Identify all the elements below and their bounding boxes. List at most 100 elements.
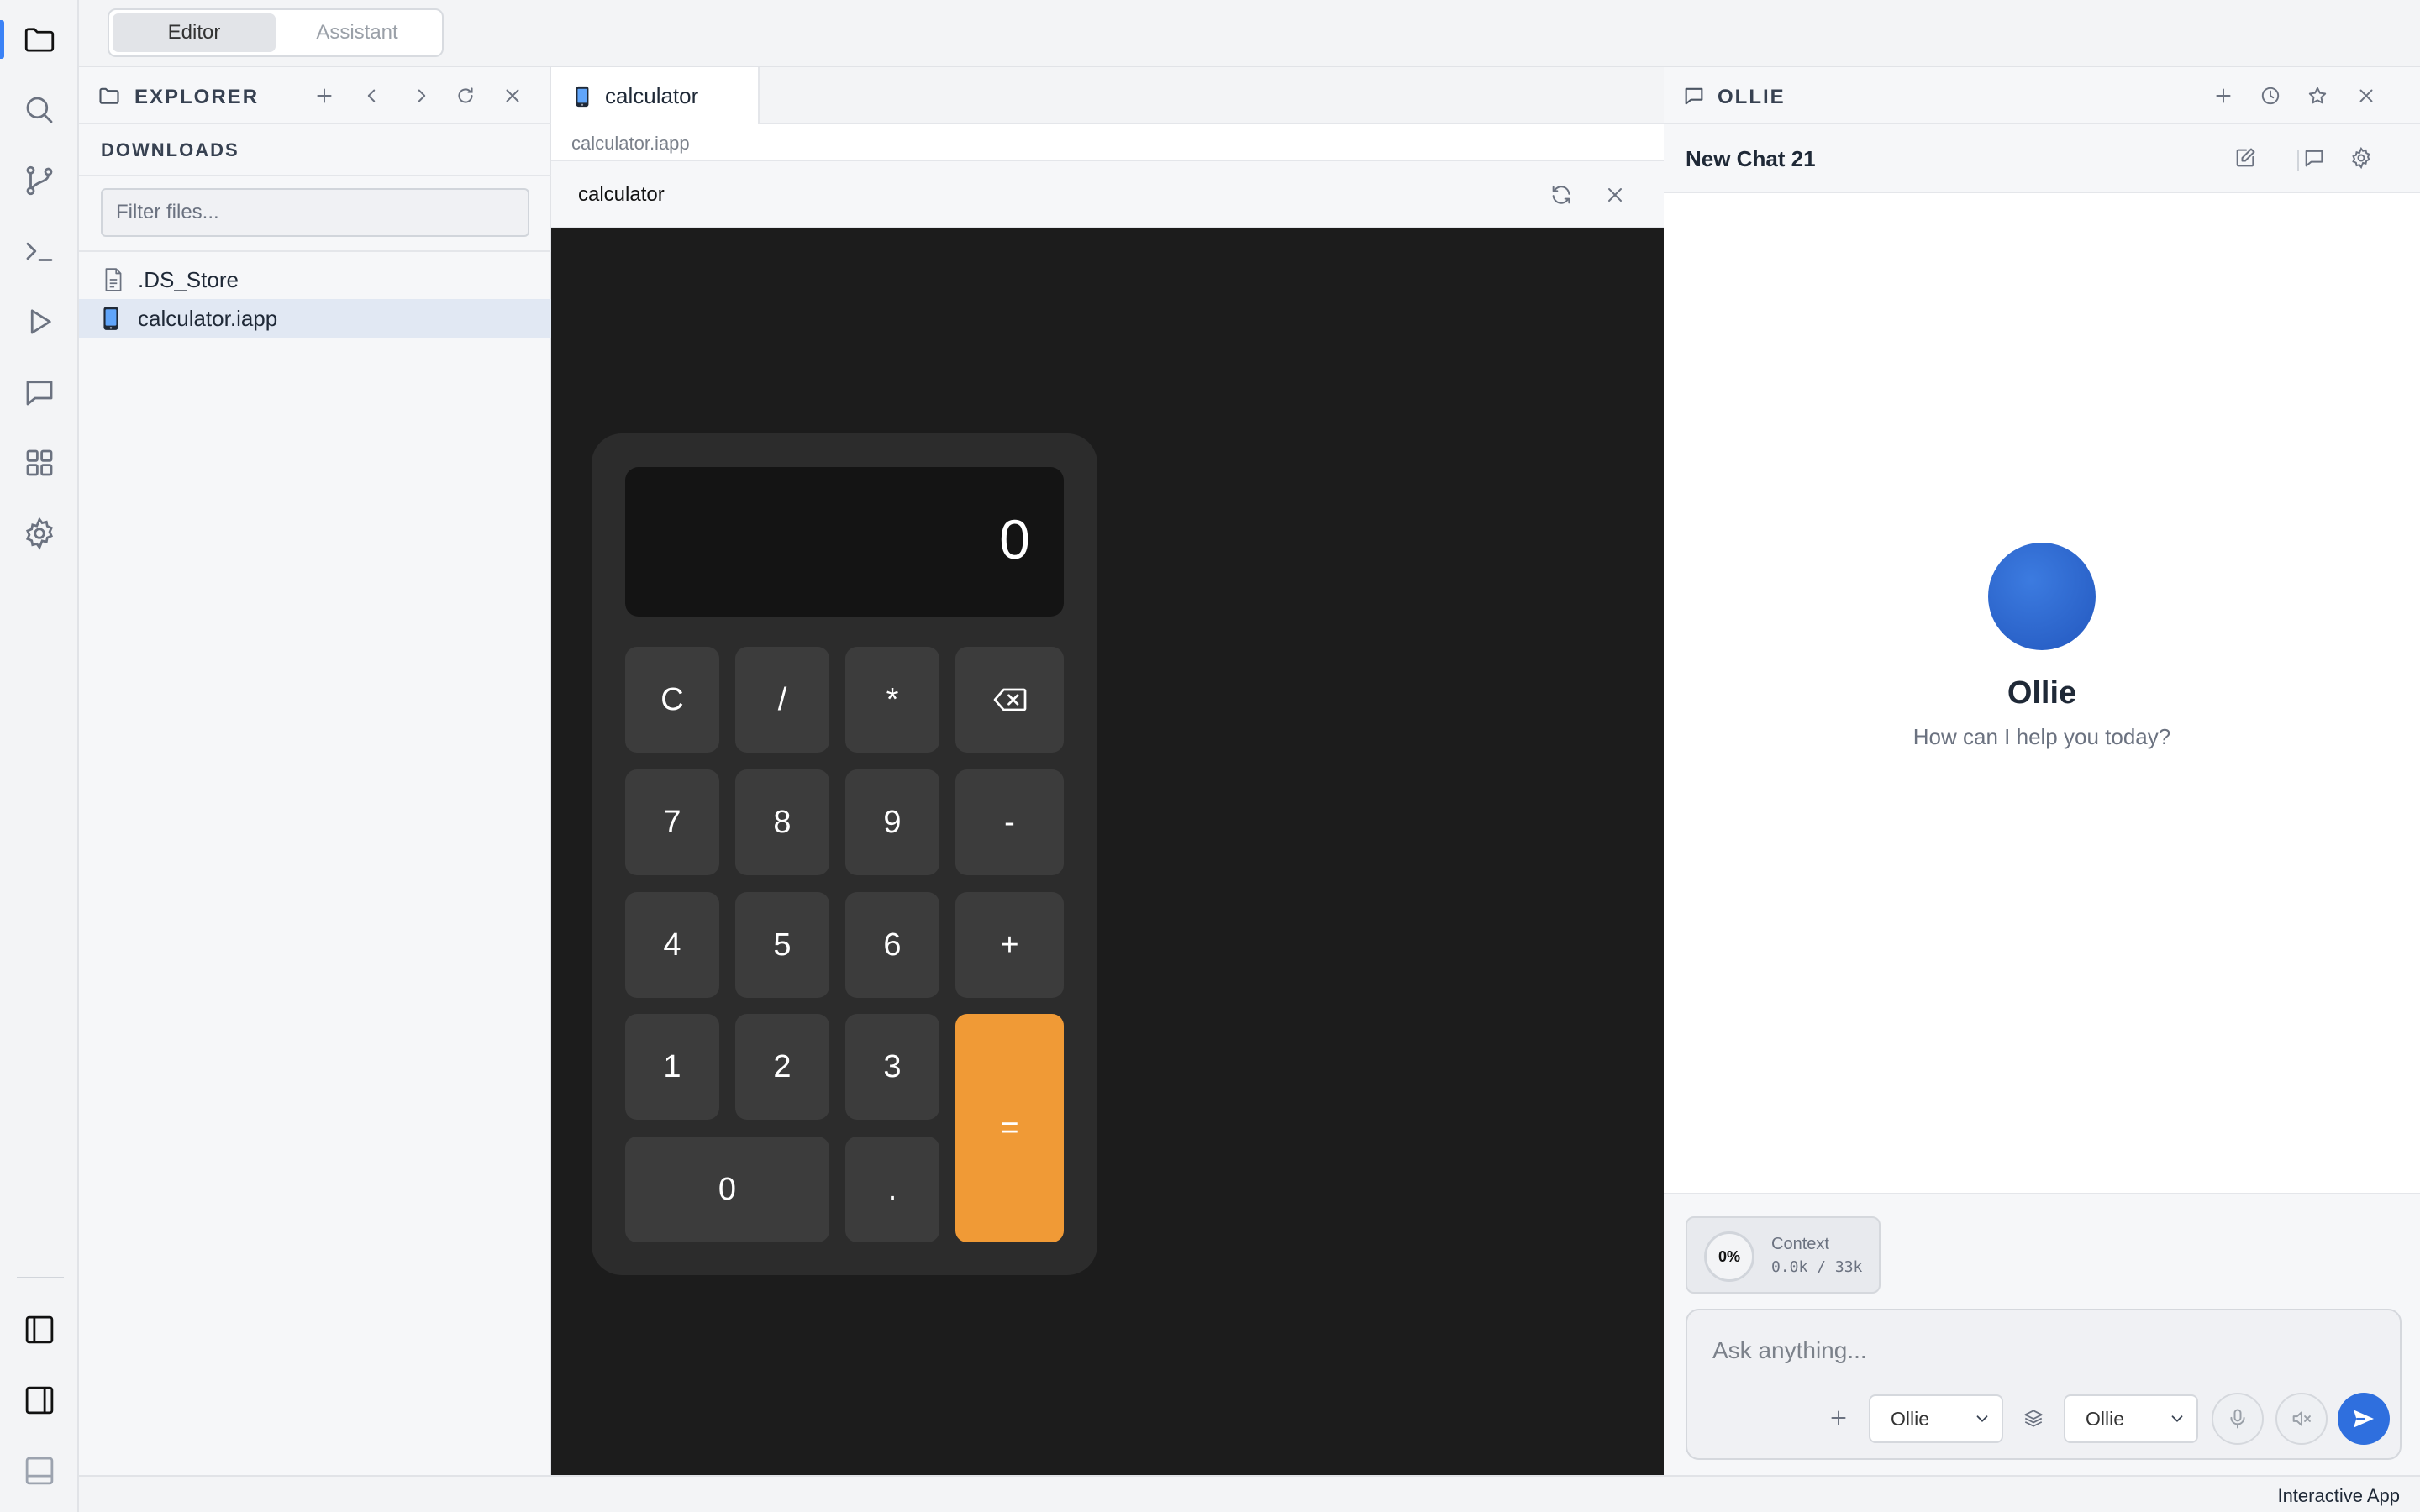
mode-toggle: Editor Assistant <box>108 8 444 57</box>
new-chat-button[interactable] <box>2208 81 2238 111</box>
star-icon <box>2308 87 2327 104</box>
mute-button[interactable] <box>2275 1393 2328 1445</box>
context-percent: 0% <box>1704 1231 1754 1282</box>
history-button[interactable] <box>2255 81 2286 111</box>
forward-button[interactable] <box>407 81 437 111</box>
editor-mode-button[interactable]: Editor <box>113 13 276 52</box>
refresh-button[interactable] <box>450 81 481 111</box>
explorer-header: EXPLORER <box>79 67 551 124</box>
file-row[interactable]: calculator.iapp <box>79 299 551 338</box>
chevron-left-icon <box>367 89 376 102</box>
send-icon <box>2354 1410 2374 1428</box>
search-icon[interactable] <box>17 87 62 133</box>
nine-key[interactable]: 9 <box>845 769 939 875</box>
file-icon <box>103 267 124 292</box>
chat-icon[interactable] <box>17 370 62 415</box>
breadcrumb[interactable]: calculator.iapp <box>571 133 690 155</box>
chat-header: New Chat 21 <box>1664 124 2420 193</box>
assistant-mode-button[interactable]: Assistant <box>276 13 439 52</box>
chat-settings-button[interactable] <box>2346 143 2376 173</box>
display-value: 0 <box>999 508 1030 570</box>
activity-separator <box>17 1277 64 1278</box>
minus-key[interactable]: - <box>955 769 1064 875</box>
six-key[interactable]: 6 <box>845 892 939 998</box>
phone-icon <box>575 86 590 108</box>
toggle-right-panel-icon[interactable] <box>17 1378 62 1423</box>
agent-select-value: Ollie <box>1891 1407 1930 1430</box>
chevron-down-icon <box>1976 1415 1988 1422</box>
model-select[interactable]: Ollie <box>2064 1394 2198 1443</box>
send-button[interactable] <box>2338 1393 2390 1445</box>
gear-icon <box>2352 146 2370 170</box>
settings-icon[interactable] <box>17 511 62 556</box>
refresh-icon <box>458 87 473 103</box>
equals-key[interactable]: = <box>955 1014 1064 1242</box>
multiply-key[interactable]: * <box>845 647 939 753</box>
eight-key[interactable]: 8 <box>735 769 829 875</box>
chat-title[interactable]: New Chat 21 <box>1686 146 1816 172</box>
composer-area: 0% Context 0.0k / 33k Ollie Ollie <box>1664 1193 2420 1475</box>
three-key[interactable]: 3 <box>845 1014 939 1120</box>
run-icon[interactable] <box>17 299 62 344</box>
back-button[interactable] <box>356 81 387 111</box>
file-name: .DS_Store <box>138 266 239 292</box>
terminal-icon[interactable] <box>17 228 62 274</box>
plus-icon <box>317 88 332 103</box>
app-header: calculator <box>551 161 1664 228</box>
zero-key[interactable]: 0 <box>625 1137 829 1242</box>
active-indicator <box>0 20 4 59</box>
speaker-mute-icon <box>2292 1411 2311 1426</box>
four-key[interactable]: 4 <box>625 892 719 998</box>
context-label: Context <box>1771 1235 1829 1253</box>
breadcrumb-bar: calculator.iapp <box>551 124 1664 161</box>
close-assistant-button[interactable] <box>2351 81 2381 111</box>
two-key[interactable]: 2 <box>735 1014 829 1120</box>
new-file-button[interactable] <box>309 81 339 111</box>
microphone-button[interactable] <box>2212 1393 2264 1445</box>
favorite-button[interactable] <box>2302 81 2333 111</box>
rename-chat-button[interactable] <box>2230 143 2260 173</box>
microphone-icon <box>2230 1409 2245 1429</box>
close-app-button[interactable] <box>1600 180 1630 210</box>
folder-icon <box>97 84 121 108</box>
close-explorer-button[interactable] <box>497 81 528 111</box>
file-row[interactable]: .DS_Store <box>79 260 551 299</box>
divide-key[interactable]: / <box>735 647 829 753</box>
agent-name: Ollie <box>2007 675 2077 711</box>
toggle-left-panel-icon[interactable] <box>17 1307 62 1352</box>
source-control-icon[interactable] <box>17 158 62 203</box>
divider <box>79 250 551 252</box>
five-key[interactable]: 5 <box>735 892 829 998</box>
one-key[interactable]: 1 <box>625 1014 719 1120</box>
plus-key[interactable]: + <box>955 892 1064 998</box>
clear-key[interactable]: C <box>625 647 719 753</box>
phone-icon <box>103 306 124 331</box>
model-select-value: Ollie <box>2086 1407 2125 1430</box>
folder-icon[interactable] <box>17 17 62 62</box>
comment-icon <box>2305 150 2323 167</box>
context-indicator[interactable]: 0% Context 0.0k / 33k <box>1686 1216 1881 1294</box>
backspace-icon <box>993 688 1026 711</box>
decimal-key[interactable]: . <box>845 1137 939 1242</box>
tab-bar: calculator <box>551 67 1664 124</box>
activity-bar <box>0 0 79 1512</box>
edit-icon <box>2236 148 2255 167</box>
extensions-icon[interactable] <box>17 440 62 486</box>
attach-button[interactable] <box>1822 1401 1855 1435</box>
status-text: Interactive App <box>2277 1485 2400 1506</box>
chat-input[interactable] <box>1712 1334 2368 1368</box>
filter-input[interactable] <box>101 188 529 237</box>
reload-icon <box>1552 186 1570 204</box>
toggle-bottom-panel-icon[interactable] <box>17 1448 62 1494</box>
reload-app-button[interactable] <box>1546 180 1576 210</box>
tab-calculator[interactable]: calculator <box>551 67 760 124</box>
close-icon <box>1608 188 1622 202</box>
agent-select[interactable]: Ollie <box>1869 1394 2003 1443</box>
seven-key[interactable]: 7 <box>625 769 719 875</box>
comment-button[interactable] <box>2299 143 2329 173</box>
layers-icon[interactable] <box>2017 1401 2050 1435</box>
chat-icon <box>1682 84 1706 108</box>
chevron-right-icon <box>418 89 426 102</box>
backspace-key[interactable] <box>955 647 1064 753</box>
editor-area: calculator calculator.iapp calculator 0 … <box>551 67 1664 1475</box>
